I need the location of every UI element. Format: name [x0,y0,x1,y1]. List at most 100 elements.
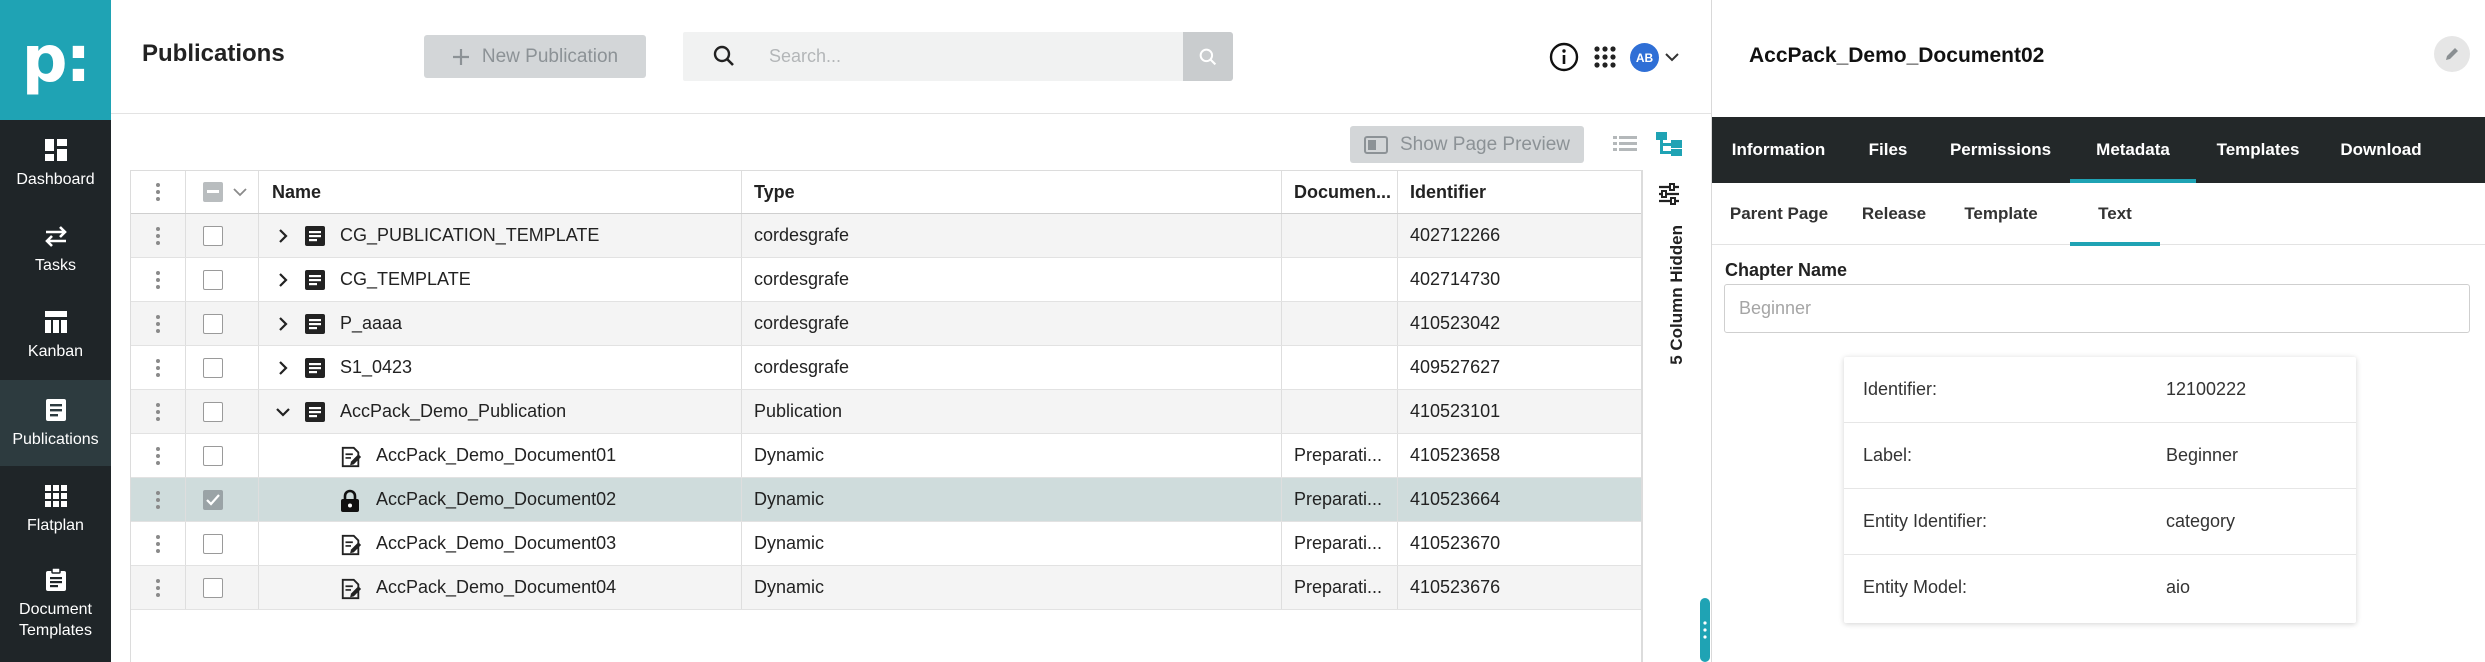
table-row[interactable]: AccPack_Demo_Document03 Dynamic Preparati.… [131,522,1641,566]
publication-icon [304,225,326,247]
chapter-name-input[interactable] [1724,284,2470,333]
subtab-text[interactable]: Text [2070,183,2160,246]
row-name: AccPack_Demo_Document03 [376,533,617,553]
panel-resize-handle[interactable] [1700,598,1710,662]
hidden-columns-strip[interactable]: 5 Column Hidden [1642,170,1693,662]
chevron-down-icon[interactable] [272,406,294,418]
new-publication-button[interactable]: New Publication [424,35,646,78]
show-page-preview-button[interactable]: Show Page Preview [1350,126,1584,163]
app-logo[interactable]: p: [0,0,111,120]
table-row[interactable]: CG_PUBLICATION_TEMPLATE cordesgrafe 402712… [131,214,1641,258]
sidebar-item-dashboard[interactable]: Dashboard [0,120,111,206]
column-menu-handle[interactable] [131,171,186,213]
top-header: Publications New Publication AB [111,0,1711,114]
checkbox [203,401,223,422]
info-icon[interactable] [1549,42,1579,72]
row-identifier: 410523676 [1410,577,1501,597]
row-checkbox[interactable] [186,390,259,433]
table-row[interactable]: P_aaaa cordesgrafe 410523042 [131,302,1641,346]
row-identifier: 410523042 [1410,313,1501,333]
checkbox [203,489,223,510]
row-drag-handle[interactable] [131,566,186,609]
row-drag-handle[interactable] [131,258,186,301]
sidebar-item-tasks[interactable]: Tasks [0,206,111,292]
row-name-cell[interactable]: AccPack_Demo_Document01 [259,434,742,477]
more-vertical-icon [156,446,160,465]
row-drag-handle[interactable] [131,390,186,433]
sidebar-item-kanban[interactable]: Kanban [0,292,111,378]
row-name-cell[interactable]: AccPack_Demo_Document04 [259,566,742,609]
row-checkbox[interactable] [186,346,259,389]
row-checkbox[interactable] [186,214,259,257]
edit-button[interactable] [2434,36,2470,72]
row-drag-handle[interactable] [131,478,186,521]
row-name-cell[interactable]: S1_0423 [259,346,742,389]
row-drag-handle[interactable] [131,522,186,565]
checkbox [203,445,223,466]
row-name-cell[interactable]: CG_PUBLICATION_TEMPLATE [259,214,742,257]
table-row[interactable]: AccPack_Demo_Publication Publication 41052… [131,390,1641,434]
row-checkbox[interactable] [186,522,259,565]
search-button[interactable] [1183,32,1233,81]
tree-view-icon[interactable] [1655,131,1683,157]
chevron-right-icon[interactable] [272,272,294,288]
table-row[interactable]: S1_0423 cordesgrafe 409527627 [131,346,1641,390]
user-avatar[interactable]: AB [1630,43,1659,72]
column-header-document[interactable]: Documen... [1282,171,1398,213]
row-checkbox[interactable] [186,302,259,345]
apps-grid-icon[interactable] [1590,42,1620,72]
tab-files[interactable]: Files [1845,117,1931,183]
row-type: Dynamic [742,566,1282,609]
row-name-cell[interactable]: P_aaaa [259,302,742,345]
tab-permissions[interactable]: Permissions [1931,117,2070,183]
row-name-cell[interactable]: AccPack_Demo_Publication [259,390,742,433]
lock-icon [340,489,362,512]
subtab-template[interactable]: Template [1942,183,2060,245]
row-checkbox[interactable] [186,258,259,301]
subtab-parent-page[interactable]: Parent Page [1712,183,1846,245]
sidebar-item-flatplan[interactable]: Flatplan [0,466,111,552]
column-header-name[interactable]: Name [259,171,742,213]
sidebar-item-document-templates[interactable]: Document Templates [0,552,111,656]
subtab-release[interactable]: Release [1846,183,1942,245]
table-row[interactable]: AccPack_Demo_Document04 Dynamic Preparati.… [131,566,1641,610]
select-all-checkbox[interactable] [186,171,259,213]
chevron-right-icon[interactable] [272,360,294,376]
row-name-cell[interactable]: AccPack_Demo_Document02 [259,478,742,521]
more-vertical-icon [156,226,160,245]
column-settings-icon[interactable] [1657,182,1681,211]
chevron-right-icon[interactable] [272,228,294,244]
row-identifier: 410523101 [1410,401,1501,421]
row-identifier: 402714730 [1410,269,1501,289]
row-drag-handle[interactable] [131,214,186,257]
row-drag-handle[interactable] [131,434,186,477]
row-name-cell[interactable]: AccPack_Demo_Document03 [259,522,742,565]
kanban-icon [43,309,69,335]
table-row[interactable]: AccPack_Demo_Document01 Dynamic Preparati.… [131,434,1641,478]
row-checkbox[interactable] [186,566,259,609]
chevron-right-icon[interactable] [272,316,294,332]
row-drag-handle[interactable] [131,302,186,345]
row-drag-handle[interactable] [131,346,186,389]
row-checkbox[interactable] [186,478,259,521]
column-header-type[interactable]: Type [742,171,1282,213]
table-row[interactable]: CG_TEMPLATE cordesgrafe 402714730 [131,258,1641,302]
sidebar: p: Dashboard Tasks Kanban Publications F… [0,0,111,662]
tab-information[interactable]: Information [1712,117,1845,183]
row-name: AccPack_Demo_Publication [340,401,567,421]
sidebar-item-label: Flatplan [27,516,84,534]
sidebar-item-publications[interactable]: Publications [0,380,111,466]
list-view-icon[interactable] [1613,133,1637,155]
table-row[interactable]: AccPack_Demo_Document02 Dynamic Preparati.… [131,478,1641,522]
checkbox [203,533,223,554]
search-input[interactable] [769,32,1139,81]
more-vertical-icon [156,534,160,553]
chevron-down-icon[interactable] [1662,42,1682,72]
tab-metadata[interactable]: Metadata [2070,117,2196,183]
row-checkbox[interactable] [186,434,259,477]
row-document-status [1282,390,1398,433]
tab-download[interactable]: Download [2320,117,2442,183]
column-header-identifier[interactable]: Identifier [1398,171,1641,213]
row-name-cell[interactable]: CG_TEMPLATE [259,258,742,301]
tab-templates[interactable]: Templates [2196,117,2320,183]
